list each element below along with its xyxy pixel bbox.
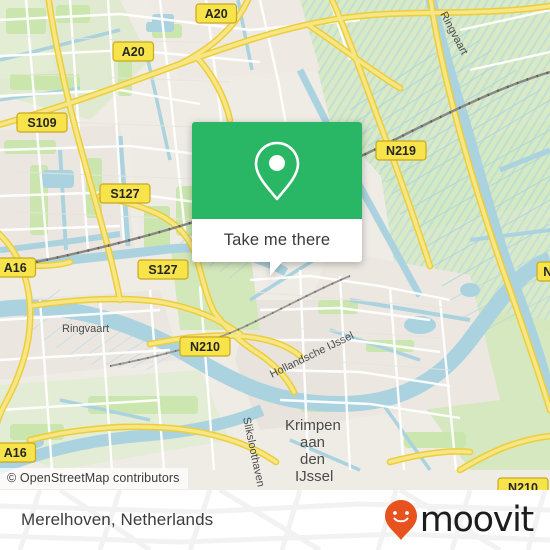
card-image-area: [192, 122, 362, 219]
road-shield: S127: [137, 259, 189, 280]
map-pin-icon: [254, 141, 300, 200]
svg-text:A16: A16: [4, 261, 27, 275]
road-shield: N219: [375, 140, 427, 161]
map-place-label: aan: [300, 434, 325, 451]
take-me-there-card[interactable]: Take me there: [192, 122, 362, 276]
svg-text:A20: A20: [122, 45, 145, 59]
road-shield: A20: [195, 3, 238, 24]
map-place-label: den: [300, 451, 325, 468]
moovit-pin-icon: [384, 500, 417, 540]
road-shield: N210: [179, 336, 231, 357]
svg-text:A16: A16: [4, 446, 27, 460]
footer-bar: Merelhoven, Netherlands moovit: [0, 490, 550, 550]
road-shield: A16: [0, 257, 37, 278]
moovit-wordmark: moovit: [419, 499, 535, 540]
card-pointer-tail: [270, 261, 283, 276]
location-title: Merelhoven, Netherlands: [21, 510, 214, 529]
svg-text:N219: N219: [386, 144, 416, 158]
moovit-logo[interactable]: moovit: [384, 490, 535, 550]
road-shield: A20: [112, 41, 155, 62]
road-shield: A16: [0, 442, 37, 463]
take-me-there-label: Take me there: [223, 231, 331, 249]
card-action-area[interactable]: Take me there: [192, 219, 362, 276]
svg-text:A20: A20: [205, 7, 228, 21]
svg-text:S109: S109: [27, 116, 56, 130]
map-place-label: IJssel: [295, 468, 333, 485]
road-shield: S109: [16, 112, 68, 133]
road-shield: N: [536, 261, 550, 282]
svg-text:S127: S127: [110, 187, 139, 201]
svg-text:N210: N210: [508, 481, 538, 490]
road-shield: S127: [99, 183, 151, 204]
map-place-label: Krimpen: [285, 417, 341, 434]
road-shield: N210: [497, 477, 549, 490]
svg-text:S127: S127: [148, 263, 177, 277]
screenshot-root: IJsselKrimpenaandenIJsselRingvaartRingva…: [0, 0, 550, 550]
svg-text:N: N: [543, 265, 550, 279]
map-water-label: Ringvaart: [62, 323, 109, 335]
osm-attribution[interactable]: © OpenStreetMap contributors: [0, 468, 188, 489]
svg-text:N210: N210: [190, 340, 220, 354]
